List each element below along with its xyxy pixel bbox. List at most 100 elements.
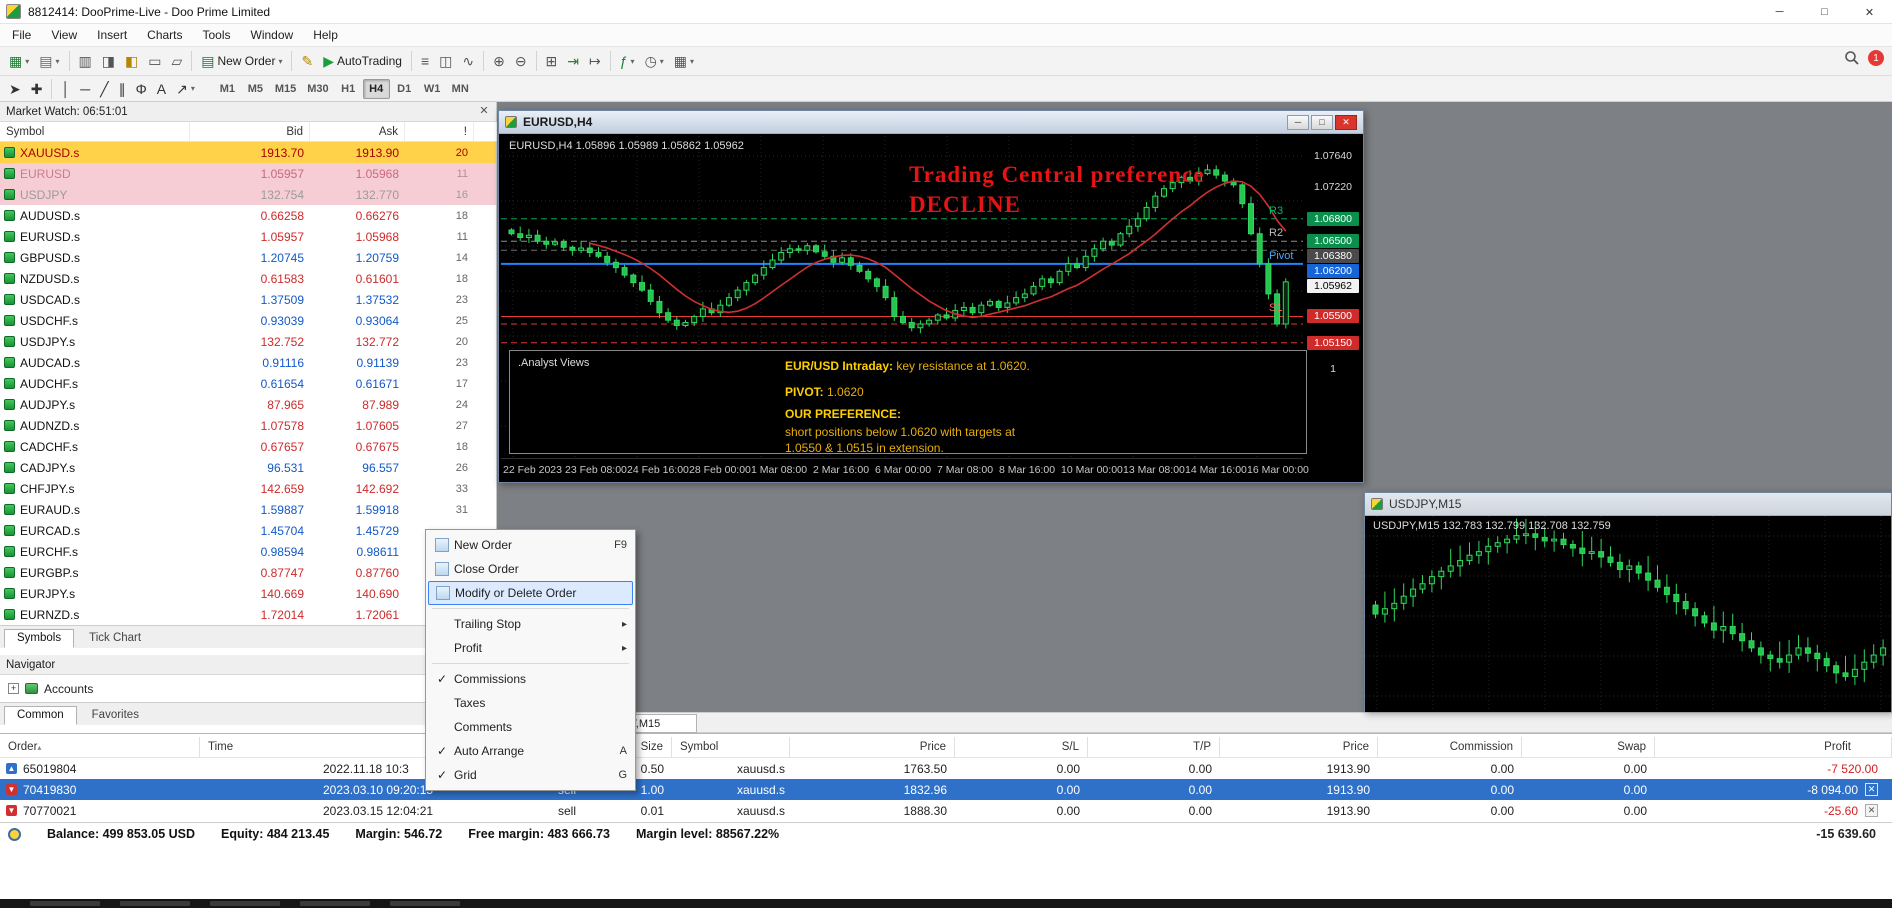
orders-column-header-swap[interactable]: Swap [1522,737,1655,757]
column-header-[interactable]: ! [405,122,474,141]
column-header-ask[interactable]: Ask [310,122,405,141]
periods-button[interactable]: ◷▾ [640,49,669,73]
context-menu-item-taxes[interactable]: Taxes [426,691,635,715]
zoom-out-button[interactable]: ⊖ [510,49,532,73]
market-watch-row[interactable]: GBPUSD.s1.207451.2075914 [0,247,496,268]
orders-column-header-price[interactable]: Price [1220,737,1378,757]
tab-symbols[interactable]: Symbols [4,629,74,648]
chart-minimize-button[interactable]: ─ [1287,115,1309,130]
column-header-bid[interactable]: Bid [190,122,310,141]
channel-tool-button[interactable]: ∥ [114,77,131,101]
eurusd-chart-area[interactable]: EURUSD,H4 1.05896 1.05989 1.05862 1.0596… [499,134,1363,482]
taskbar-item[interactable] [300,901,370,906]
close-position-button[interactable]: ✕ [1865,804,1878,817]
menu-tools[interactable]: Tools [193,25,241,45]
market-watch-row[interactable]: EURGBP.s0.877470.87760 [0,562,496,583]
market-watch-row[interactable]: USDJPY132.754132.77016 [0,184,496,205]
context-menu-item-close-order[interactable]: Close Order [426,557,635,581]
menu-view[interactable]: View [41,25,87,45]
order-row[interactable]: ▼707700212023.03.15 12:04:21sell0.01xauu… [0,800,1892,821]
cursor-tool-button[interactable]: ➤ [4,77,26,101]
tile-windows-button[interactable]: ⊞ [541,49,563,73]
market-watch-row[interactable]: AUDJPY.s87.96587.98924 [0,394,496,415]
market-watch-row[interactable]: AUDCHF.s0.616540.6167117 [0,373,496,394]
market-watch-row[interactable]: AUDNZD.s1.075781.0760527 [0,415,496,436]
timeframe-m15[interactable]: M15 [270,79,301,99]
orders-column-header-tp[interactable]: T/P [1088,737,1220,757]
templates-button[interactable]: ▦▾ [669,49,699,73]
menu-charts[interactable]: Charts [137,25,192,45]
data-window-button[interactable]: ◨ [97,49,120,73]
line-chart-button[interactable]: ∿ [457,49,479,73]
context-menu-item-modify-or-delete-order[interactable]: Modify or Delete Order [428,581,633,605]
timeframe-h4[interactable]: H4 [363,79,390,99]
market-watch-row[interactable]: USDCHF.s0.930390.9306425 [0,310,496,331]
tab-common[interactable]: Common [4,706,77,725]
market-watch-button[interactable]: ▥ [74,49,97,73]
trendline-tool-button[interactable]: ╱ [95,77,113,101]
taskbar-item[interactable] [30,901,100,906]
context-menu-item-trailing-stop[interactable]: Trailing Stop▸ [426,612,635,636]
auto-scroll-button[interactable]: ⇥ [562,49,584,73]
tree-expander-icon[interactable]: + [8,683,19,694]
eurusd-window-titlebar[interactable]: EURUSD,H4 ─ □ ✕ [499,111,1363,134]
zoom-in-button[interactable]: ⊕ [488,49,510,73]
market-watch-row[interactable]: CADCHF.s0.676570.6767518 [0,436,496,457]
menu-help[interactable]: Help [303,25,348,45]
market-watch-row[interactable]: EURNZD.s1.720141.72061 [0,604,496,625]
context-menu-item-commissions[interactable]: ✓Commissions [426,667,635,691]
orders-column-header-symbol[interactable]: Symbol [672,737,790,757]
orders-column-header-commission[interactable]: Commission [1378,737,1522,757]
tab-favorites[interactable]: Favorites [79,706,152,725]
context-menu-item-auto-arrange[interactable]: ✓Auto ArrangeA [426,739,635,763]
market-watch-row[interactable]: USDCAD.s1.375091.3753223 [0,289,496,310]
navigator-item-accounts[interactable]: Accounts [44,682,93,696]
timeframe-d1[interactable]: D1 [391,79,418,99]
metaeditor-button[interactable]: ✎ [296,49,318,73]
crosshair-tool-button[interactable]: ✚ [26,77,48,101]
context-menu-item-profit[interactable]: Profit▸ [426,636,635,660]
market-watch-row[interactable]: USDJPY.s132.752132.77220 [0,331,496,352]
market-watch-row[interactable]: AUDUSD.s0.662580.6627618 [0,205,496,226]
tab-tick-chart[interactable]: Tick Chart [76,629,154,648]
chart-shift-button[interactable]: ↦ [584,49,606,73]
orders-column-header-sl[interactable]: S/L [955,737,1088,757]
market-watch-row[interactable]: CHFJPY.s142.659142.69233 [0,478,496,499]
context-menu-item-comments[interactable]: Comments [426,715,635,739]
taskbar-item[interactable] [120,901,190,906]
timeframe-h1[interactable]: H1 [335,79,362,99]
candlestick-chart-button[interactable]: ◫ [434,49,457,73]
terminal-button[interactable]: ▭ [143,49,166,73]
maximize-button[interactable]: □ [1802,0,1847,24]
orders-column-header-profit[interactable]: Profit [1655,737,1892,757]
profiles-button[interactable]: ▤▾ [34,49,64,73]
menu-window[interactable]: Window [241,25,304,45]
indicators-button[interactable]: ƒ▾ [615,49,640,73]
column-header-symbol[interactable]: Symbol [0,122,190,141]
arrows-tool-button[interactable]: ↗▾ [171,77,200,101]
new-chart-button[interactable]: ▦▾ [4,49,34,73]
notification-badge[interactable]: 1 [1868,50,1884,66]
orders-column-header-order[interactable]: Order ▴ [0,737,200,757]
orders-column-header-price[interactable]: Price [790,737,955,757]
strategy-tester-button[interactable]: ▱ [166,49,187,73]
market-watch-row[interactable]: XAUUSD.s1913.701913.9020 [0,142,496,163]
timeframe-m1[interactable]: M1 [214,79,241,99]
market-watch-row[interactable]: CADJPY.s96.53196.55726 [0,457,496,478]
close-position-button[interactable]: ✕ [1865,783,1878,796]
chart-restore-button[interactable]: □ [1311,115,1333,130]
context-menu-item-new-order[interactable]: New OrderF9 [426,533,635,557]
autotrading-button[interactable]: ▶AutoTrading [318,49,407,73]
menu-insert[interactable]: Insert [87,25,137,45]
taskbar-item[interactable] [390,901,460,906]
timeframe-m5[interactable]: M5 [242,79,269,99]
taskbar-item[interactable] [210,901,280,906]
market-watch-row[interactable]: EURCAD.s1.457041.45729 [0,520,496,541]
bar-chart-button[interactable]: ≡ [416,49,434,73]
market-watch-row[interactable]: AUDCAD.s0.911160.9113923 [0,352,496,373]
fibonacci-tool-button[interactable]: Φ [131,77,152,101]
market-watch-row[interactable]: EURAUD.s1.598871.5991831 [0,499,496,520]
timeframe-w1[interactable]: W1 [419,79,446,99]
market-watch-row[interactable]: EURCHF.s0.985940.98611 [0,541,496,562]
close-button[interactable]: ✕ [1847,0,1892,24]
